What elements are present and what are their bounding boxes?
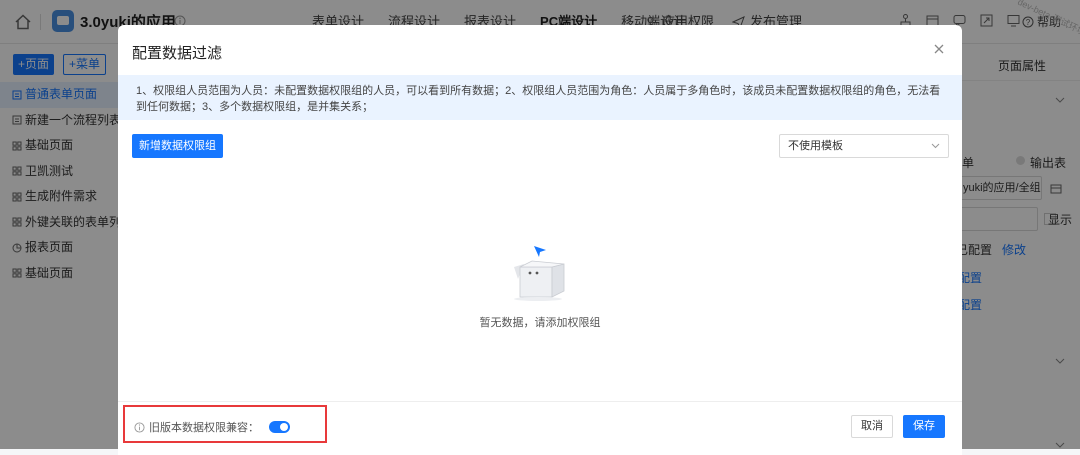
- template-select-value: 不使用模板: [788, 140, 843, 152]
- divider: [118, 401, 962, 402]
- empty-state-text: 暂无数据，请添加权限组: [479, 317, 601, 329]
- cancel-button[interactable]: 取消: [851, 415, 893, 438]
- save-button[interactable]: 保存: [903, 415, 945, 438]
- empty-box-icon: [514, 246, 565, 301]
- template-select[interactable]: 不使用模板: [779, 134, 949, 158]
- data-filter-dialog: 配置数据过滤 1、权限组人员范围为人员：未配置数据权限组的人员，可以看到所有数据…: [118, 25, 962, 455]
- add-permission-group-button[interactable]: 新增数据权限组: [132, 134, 223, 158]
- close-icon[interactable]: [932, 42, 946, 56]
- dialog-title: 配置数据过滤: [132, 45, 223, 62]
- highlight-annotation: [123, 405, 327, 443]
- chevron-down-icon: [931, 143, 940, 149]
- permission-notice: 1、权限组人员范围为人员：未配置数据权限组的人员，可以看到所有数据；2、权限组人…: [118, 75, 962, 120]
